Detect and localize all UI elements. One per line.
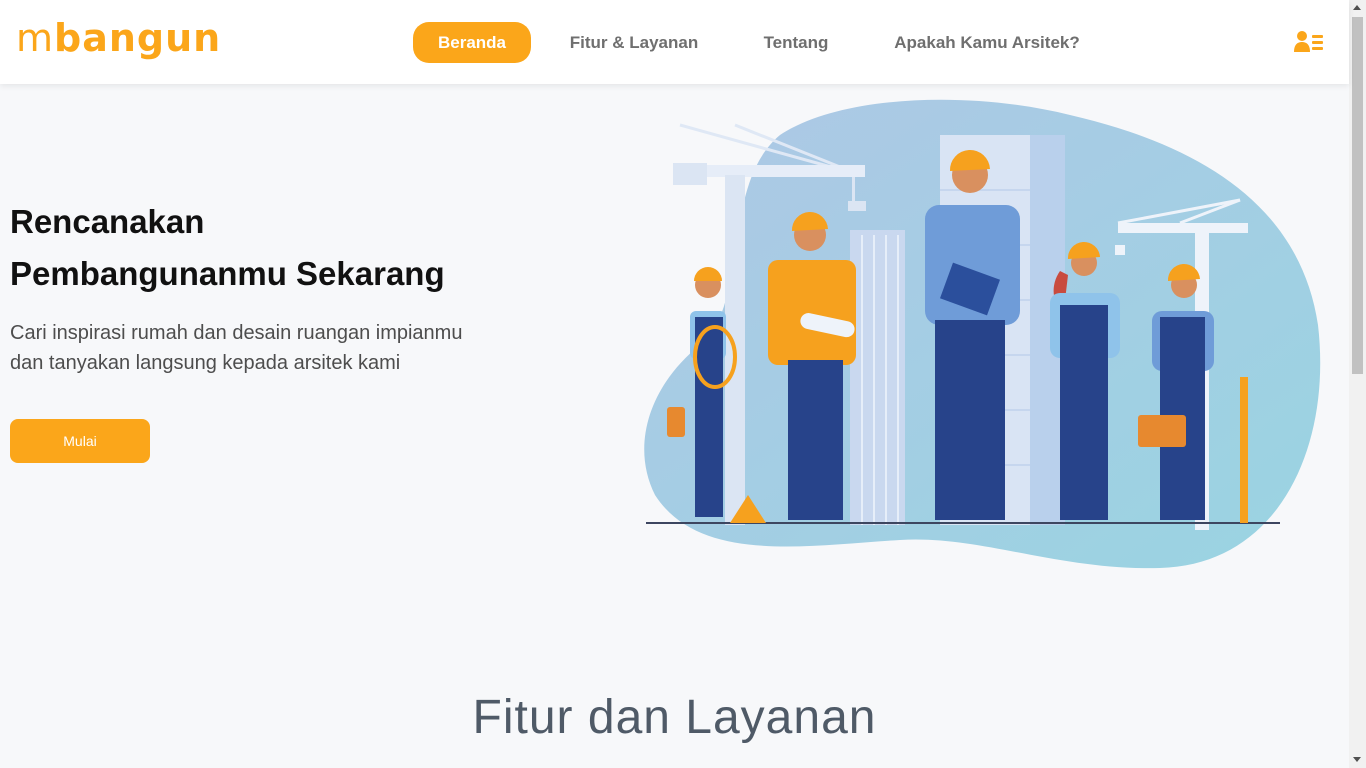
construction-workers-illustration xyxy=(644,99,1321,569)
user-list-icon xyxy=(1294,31,1323,52)
hero-subtitle-line1: Cari inspirasi rumah dan desain ruangan … xyxy=(10,322,463,344)
features-section-title: Fitur dan Layanan xyxy=(472,691,877,744)
hero-subtitle: Cari inspirasi rumah dan desain ruangan … xyxy=(10,318,550,378)
hero-title: Rencanakan Pembangunanmu Sekarang xyxy=(10,196,570,300)
brand-logo[interactable]: mbangun xyxy=(16,14,221,62)
scroll-thumb[interactable] xyxy=(1352,17,1363,374)
mulai-button[interactable]: Mulai xyxy=(10,419,150,463)
user-menu-button[interactable] xyxy=(1294,31,1324,53)
scroll-down-arrow[interactable] xyxy=(1353,757,1361,762)
navbar: mbangun Beranda Fitur & Layanan Tentang … xyxy=(0,0,1349,84)
hero-title-line2: Pembangunanmu Sekarang xyxy=(10,255,445,292)
nav-link-fitur-layanan[interactable]: Fitur & Layanan xyxy=(560,22,708,63)
hero-title-line1: Rencanakan xyxy=(10,203,205,240)
nav-link-arsitek[interactable]: Apakah Kamu Arsitek? xyxy=(885,22,1089,63)
scroll-up-arrow[interactable] xyxy=(1353,5,1361,10)
nav-link-tentang[interactable]: Tentang xyxy=(746,22,846,63)
nav-link-beranda[interactable]: Beranda xyxy=(413,22,531,63)
hero-subtitle-line2: dan tanyakan langsung kepada arsitek kam… xyxy=(10,352,401,374)
